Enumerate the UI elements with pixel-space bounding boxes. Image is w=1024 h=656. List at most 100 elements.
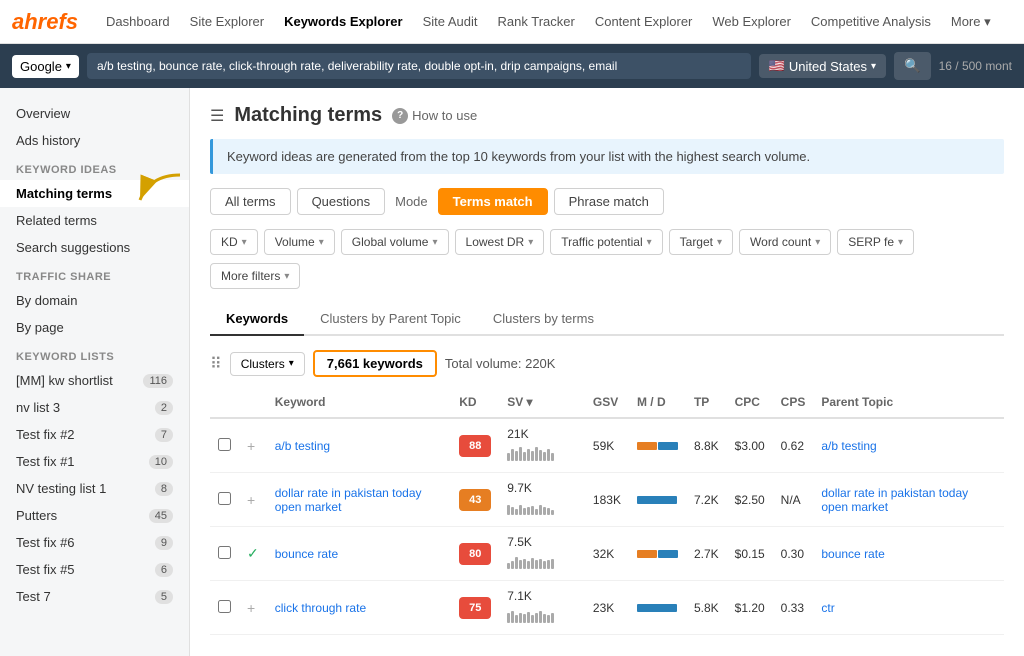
nav-content-explorer[interactable]: Content Explorer: [587, 10, 701, 34]
filter-word-count[interactable]: Word count▾: [739, 229, 831, 255]
row-action-cell[interactable]: +: [239, 581, 267, 635]
keyword-link[interactable]: dollar rate in pakistan today open marke…: [275, 486, 422, 514]
keyword-link[interactable]: bounce rate: [275, 547, 338, 561]
parent-topic-link[interactable]: dollar rate in pakistan today open marke…: [821, 486, 968, 514]
sidebar-item-kwlist-4[interactable]: NV testing list 18: [0, 475, 189, 502]
sidebar-item-kwlist-1[interactable]: nv list 32: [0, 394, 189, 421]
parent-topic-link[interactable]: a/b testing: [821, 439, 876, 453]
nav-keywords-explorer[interactable]: Keywords Explorer: [276, 10, 411, 34]
nav-site-explorer[interactable]: Site Explorer: [182, 10, 272, 34]
row-kd-cell: 88: [451, 418, 499, 473]
sidebar-item-kwlist-5[interactable]: Putters45: [0, 502, 189, 529]
md-bar: [637, 496, 678, 504]
sidebar-section-traffic-share: Traffic share: [0, 261, 189, 287]
content-tab-clusters-terms[interactable]: Clusters by terms: [477, 303, 610, 336]
hamburger-icon[interactable]: ☰: [210, 106, 224, 126]
keyword-link[interactable]: a/b testing: [275, 439, 330, 453]
content-tab-clusters-parent[interactable]: Clusters by Parent Topic: [304, 303, 477, 336]
row-checkbox[interactable]: [218, 600, 231, 613]
parent-topic-link[interactable]: bounce rate: [821, 547, 884, 561]
col-sv: SV ▾: [499, 387, 585, 418]
row-action-icon[interactable]: +: [247, 600, 255, 616]
clusters-button[interactable]: Clusters ▾: [230, 352, 305, 376]
nav-dashboard[interactable]: Dashboard: [98, 10, 178, 34]
table-row: ✓ bounce rate 80 7.5K 32K 2.7K $0.15 0.3…: [210, 527, 1004, 581]
filter-global-volume[interactable]: Global volume▾: [341, 229, 449, 255]
row-action-icon[interactable]: +: [247, 438, 255, 454]
row-action-cell[interactable]: ✓: [239, 527, 267, 581]
tab-terms-match[interactable]: Terms match: [438, 188, 548, 215]
row-cps-cell: 0.33: [773, 581, 814, 635]
col-cps: CPS: [773, 387, 814, 418]
row-checkbox-cell[interactable]: [210, 473, 239, 527]
sidebar: Overview Ads history Keyword ideas Match…: [0, 88, 190, 656]
sv-sparkline: [507, 441, 554, 461]
row-action-cell[interactable]: +: [239, 473, 267, 527]
sidebar-item-overview[interactable]: Overview: [0, 100, 189, 127]
filter-volume[interactable]: Volume▾: [264, 229, 335, 255]
row-checkbox[interactable]: [218, 492, 231, 505]
chevron-icon: ▾: [717, 237, 722, 248]
sidebar-item-related-terms[interactable]: Related terms: [0, 207, 189, 234]
table-row: + dollar rate in pakistan today open mar…: [210, 473, 1004, 527]
more-filters-btn[interactable]: More filters▾: [210, 263, 300, 289]
row-checkbox-cell[interactable]: [210, 418, 239, 473]
nav-competitive-analysis[interactable]: Competitive Analysis: [803, 10, 939, 34]
tab-questions[interactable]: Questions: [297, 188, 386, 215]
nav-rank-tracker[interactable]: Rank Tracker: [490, 10, 583, 34]
row-checkbox[interactable]: [218, 546, 231, 559]
row-sv-cell: 7.5K: [499, 527, 585, 581]
filter-kd[interactable]: KD▾: [210, 229, 258, 255]
keywords-count-button[interactable]: 7,661 keywords: [313, 350, 437, 377]
row-action-icon[interactable]: +: [247, 492, 255, 508]
engine-selector[interactable]: Google ▾: [12, 55, 79, 78]
keyword-search-input[interactable]: [87, 53, 751, 79]
sidebar-item-ads-history[interactable]: Ads history: [0, 127, 189, 154]
content-tab-keywords[interactable]: Keywords: [210, 303, 304, 336]
sidebar-item-kwlist-8[interactable]: Test 75: [0, 583, 189, 610]
filter-serp-features[interactable]: SERP fe▾: [837, 229, 914, 255]
keyword-link[interactable]: click through rate: [275, 601, 366, 615]
row-gsv-cell: 23K: [585, 581, 629, 635]
filter-lowest-dr[interactable]: Lowest DR▾: [455, 229, 545, 255]
row-checkbox-cell[interactable]: [210, 527, 239, 581]
sv-sparkline: [507, 603, 554, 623]
row-cps-cell: N/A: [773, 473, 814, 527]
sidebar-item-matching-terms[interactable]: Matching terms: [0, 180, 189, 207]
row-action-icon[interactable]: ✓: [247, 545, 259, 561]
nav-web-explorer[interactable]: Web Explorer: [704, 10, 799, 34]
col-keyword: Keyword: [267, 387, 451, 418]
sidebar-item-search-suggestions[interactable]: Search suggestions: [0, 234, 189, 261]
sidebar-item-kwlist-6[interactable]: Test fix #69: [0, 529, 189, 556]
nav-links: Dashboard Site Explorer Keywords Explore…: [98, 10, 999, 34]
row-kd-cell: 75: [451, 581, 499, 635]
sidebar-item-kwlist-3[interactable]: Test fix #110: [0, 448, 189, 475]
row-checkbox[interactable]: [218, 438, 231, 451]
row-cpc-cell: $1.20: [727, 581, 773, 635]
how-to-use-link[interactable]: ? How to use: [392, 108, 477, 124]
sidebar-item-by-page[interactable]: By page: [0, 314, 189, 341]
row-sv-cell: 21K: [499, 418, 585, 473]
row-action-cell[interactable]: +: [239, 418, 267, 473]
filter-target[interactable]: Target▾: [669, 229, 733, 255]
search-bar: Google ▾ 🇺🇸 United States ▾ 🔍 16 / 500 m…: [0, 44, 1024, 88]
sidebar-item-kwlist-7[interactable]: Test fix #56: [0, 556, 189, 583]
kd-badge: 75: [459, 597, 491, 619]
sidebar-item-kwlist-0[interactable]: [MM] kw shortlist116: [0, 367, 189, 394]
parent-topic-link[interactable]: ctr: [821, 601, 834, 615]
country-selector[interactable]: 🇺🇸 United States ▾: [759, 54, 886, 78]
sidebar-item-kwlist-2[interactable]: Test fix #27: [0, 421, 189, 448]
nav-site-audit[interactable]: Site Audit: [415, 10, 486, 34]
clusters-dots-icon: ⠿: [210, 354, 222, 374]
tab-all-terms[interactable]: All terms: [210, 188, 291, 215]
kd-badge: 43: [459, 489, 491, 511]
search-button[interactable]: 🔍: [894, 52, 931, 80]
tab-phrase-match[interactable]: Phrase match: [554, 188, 664, 215]
sidebar-item-by-domain[interactable]: By domain: [0, 287, 189, 314]
row-kd-cell: 80: [451, 527, 499, 581]
nav-more[interactable]: More ▾: [943, 10, 999, 34]
row-kd-cell: 43: [451, 473, 499, 527]
sidebar-section-keyword-ideas: Keyword ideas: [0, 154, 189, 180]
row-checkbox-cell[interactable]: [210, 581, 239, 635]
filter-traffic-potential[interactable]: Traffic potential▾: [550, 229, 662, 255]
